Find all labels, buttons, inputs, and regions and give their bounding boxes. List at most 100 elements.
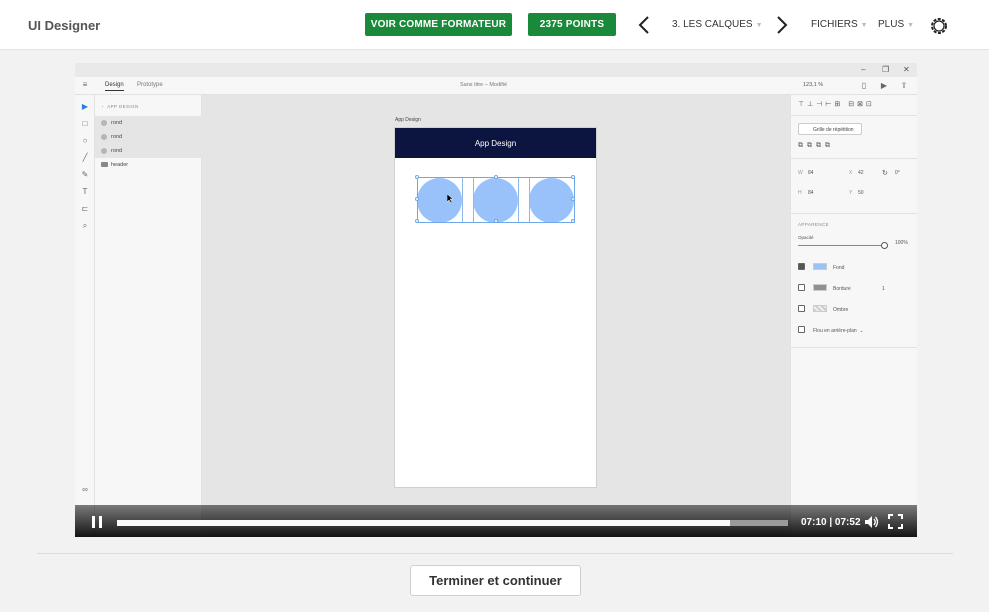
blur-label: Flou en arrière-plan ⌄ xyxy=(813,328,864,334)
progress-played xyxy=(117,520,730,526)
rotation-value: 0° xyxy=(895,170,900,176)
blur-label-text: Flou en arrière-plan xyxy=(813,328,857,334)
x-label: X xyxy=(849,170,853,176)
zoom-tool-icon: ⌕ xyxy=(82,221,88,230)
divider xyxy=(791,347,917,348)
artboard-tool-icon: ⊏ xyxy=(81,204,89,213)
layers-header-label: APP DESIGN xyxy=(107,104,139,109)
xd-layers-panel: ‹ APP DESIGN rond rond rond header xyxy=(95,95,202,537)
repeat-grid-button: Grille de répétition xyxy=(798,123,862,135)
finish-and-continue-button[interactable]: Terminer et continuer xyxy=(410,565,581,596)
resize-handle xyxy=(494,219,498,223)
layer-label: rond xyxy=(111,134,123,140)
xd-tab-design: Design xyxy=(105,82,124,91)
fullscreen-icon[interactable] xyxy=(888,514,903,529)
border-checkbox xyxy=(798,284,805,291)
lesson-selector[interactable]: 3. LES CALQUES ▼ xyxy=(672,19,763,30)
grid-divider xyxy=(462,178,463,222)
opacity-value: 100% xyxy=(895,240,908,246)
plugins-icon: ∞ xyxy=(82,485,88,494)
rotate-icon: ↻ xyxy=(882,170,888,177)
files-menu-label: FICHIERS xyxy=(811,19,858,30)
resize-handle xyxy=(571,219,575,223)
minimize-icon: – xyxy=(861,65,866,74)
hamburger-menu-icon: ≡ xyxy=(82,80,88,89)
resize-handle xyxy=(415,175,419,179)
divider xyxy=(791,158,917,159)
chevron-down-icon: ▼ xyxy=(755,22,763,29)
previous-lesson-icon[interactable] xyxy=(637,15,651,35)
top-bar: UI Designer VOIR COMME FORMATEUR 2375 PO… xyxy=(0,0,989,50)
video-player[interactable]: – ❐ ✕ ≡ Design Prototype Sans titre – Mo… xyxy=(75,63,917,537)
close-icon: ✕ xyxy=(903,65,910,74)
xd-tools-panel: ▶ □ ○ ╱ ✎ T ⊏ ⌕ ∞ xyxy=(75,95,95,537)
player-controls: 07:10 | 07:52 xyxy=(75,505,917,537)
resize-handle xyxy=(571,175,575,179)
play-preview-icon: ▶ xyxy=(880,81,888,90)
mouse-cursor-icon xyxy=(447,194,453,203)
ellipse-layer-icon xyxy=(101,120,107,126)
volume-icon[interactable] xyxy=(864,515,879,529)
resize-handle xyxy=(415,219,419,223)
next-lesson-icon[interactable] xyxy=(775,15,789,35)
y-value: 50 xyxy=(858,190,864,196)
playback-time: 07:10 | 07:52 xyxy=(801,517,861,528)
pen-tool-icon: ✎ xyxy=(81,170,89,179)
shadow-label: Ombre xyxy=(833,307,849,313)
appearance-header: APPARENCE xyxy=(798,222,830,227)
xd-zoom-level: 123,1 % xyxy=(803,82,824,88)
ellipse-layer-icon xyxy=(101,134,107,140)
border-value: 1 xyxy=(882,286,885,292)
opacity-slider-knob xyxy=(881,242,888,249)
layer-item: rond xyxy=(95,116,202,130)
more-menu[interactable]: PLUS ▼ xyxy=(878,19,914,30)
folder-icon xyxy=(101,162,108,167)
shadow-swatch xyxy=(813,305,827,312)
repeat-grid-selection xyxy=(415,175,575,223)
opacity-slider xyxy=(798,245,883,246)
y-label: Y xyxy=(849,190,853,196)
resize-handle xyxy=(415,197,419,201)
chevron-down-icon: ▼ xyxy=(860,22,868,29)
grid-divider xyxy=(518,178,519,222)
xd-title-bar: – ❐ ✕ xyxy=(75,63,917,77)
shadow-checkbox xyxy=(798,305,805,312)
fill-swatch xyxy=(813,263,827,270)
border-label: Bordure xyxy=(833,286,851,292)
layers-header: ‹ APP DESIGN xyxy=(102,104,139,109)
chevron-down-icon: ▼ xyxy=(907,22,915,29)
align-icons: ⊤⊥⊣⊢⊞ ⊟⊠⊡ xyxy=(798,101,875,108)
course-title: UI Designer xyxy=(28,18,101,33)
layer-item: rond xyxy=(95,130,202,144)
repeat-grid-label: Grille de répétition xyxy=(813,127,854,133)
h-value: 84 xyxy=(808,190,814,196)
line-tool-icon: ╱ xyxy=(82,153,88,162)
xd-toolbar: ≡ Design Prototype Sans titre – Modifié … xyxy=(75,77,917,95)
view-as-trainer-button[interactable]: VOIR COMME FORMATEUR xyxy=(365,13,512,36)
points-button[interactable]: 2375 POINTS xyxy=(528,13,616,36)
divider xyxy=(37,553,953,554)
more-menu-label: PLUS xyxy=(878,19,905,30)
pause-icon[interactable] xyxy=(90,515,104,529)
divider xyxy=(791,115,917,116)
resize-handle xyxy=(494,175,498,179)
rectangle-tool-icon: □ xyxy=(82,119,88,128)
divider xyxy=(791,213,917,214)
ellipse-layer-icon xyxy=(101,148,107,154)
w-label: W xyxy=(798,170,803,176)
share-icon: ⇪ xyxy=(900,81,908,90)
artboard: App Design xyxy=(394,127,597,488)
xd-properties-panel: ⊤⊥⊣⊢⊞ ⊟⊠⊡ Grille de répétition ⧉⧉⧉⧉ W 84… xyxy=(790,95,917,537)
settings-gear-icon[interactable] xyxy=(929,16,949,36)
progress-bar[interactable] xyxy=(117,520,788,526)
boolean-ops-icons: ⧉⧉⧉⧉ xyxy=(798,142,834,149)
layer-item: rond xyxy=(95,144,202,158)
fill-checkbox xyxy=(798,263,805,270)
ellipse-tool-icon: ○ xyxy=(82,136,88,145)
lesson-title: 3. LES CALQUES xyxy=(672,19,753,30)
x-value: 42 xyxy=(858,170,864,176)
restore-icon: ❐ xyxy=(882,65,890,74)
blur-checkbox xyxy=(798,326,805,333)
files-menu[interactable]: FICHIERS ▼ xyxy=(811,19,868,30)
layer-item: header xyxy=(95,158,202,172)
